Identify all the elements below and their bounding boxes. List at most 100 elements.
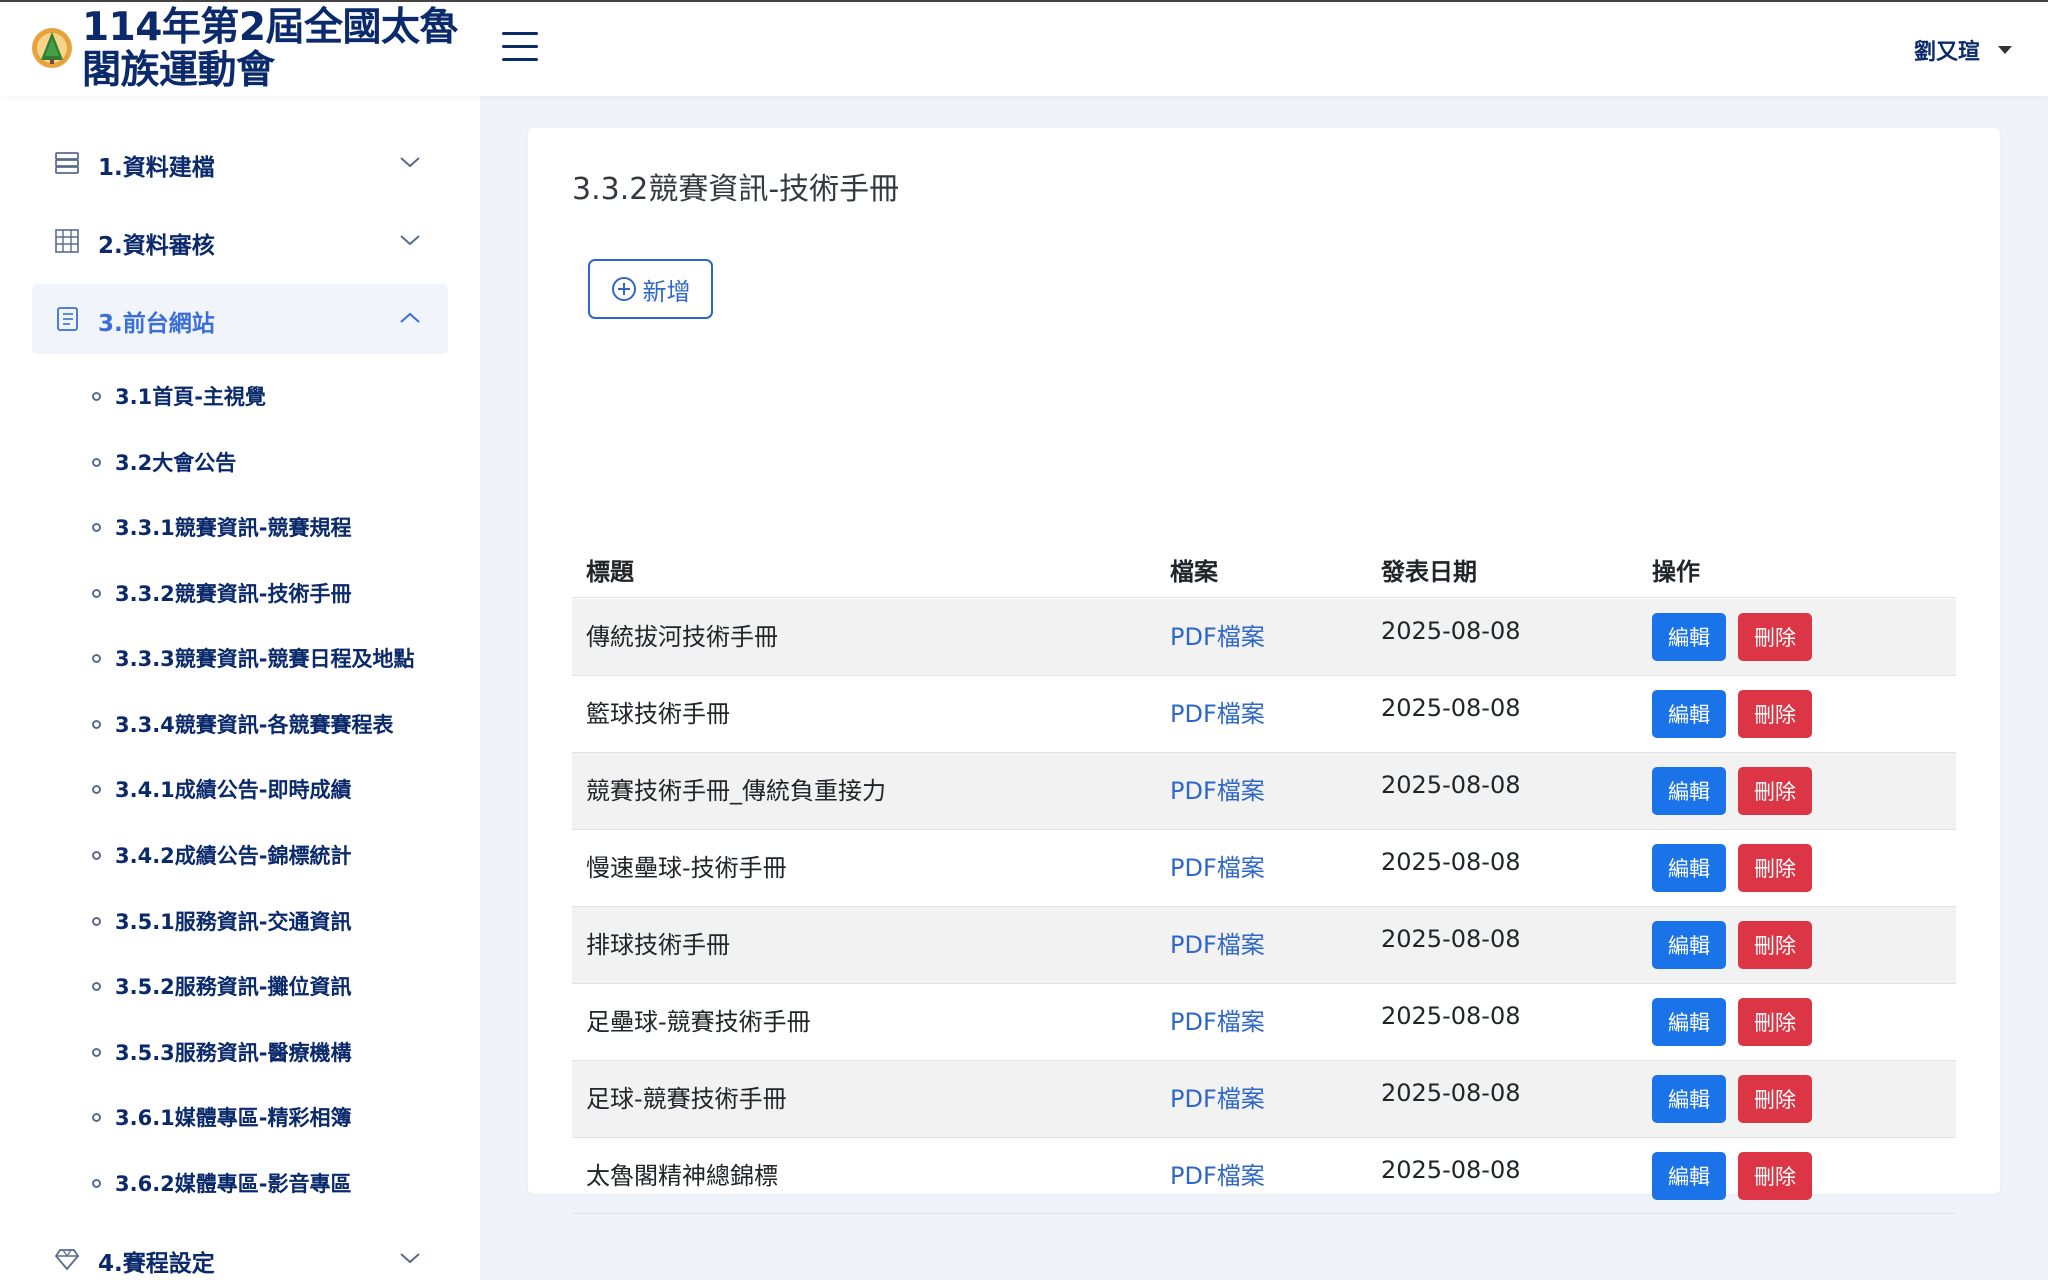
pdf-file-link[interactable]: PDF檔案 <box>1170 848 1265 883</box>
circle-icon <box>92 1112 101 1122</box>
edit-button[interactable]: 編輯 <box>1652 998 1726 1046</box>
content-card: 3.3.2競賽資訊-技術手冊 新增 標題 檔案 發表日期 操作 傳統拔河技術手冊… <box>528 128 2000 1214</box>
row-title: 排球技術手冊 <box>586 931 730 959</box>
circle-icon <box>92 981 101 991</box>
edit-button[interactable]: 編輯 <box>1652 921 1726 969</box>
circle-icon <box>92 719 101 729</box>
table-row: 籃球技術手冊 PDF檔案 2025-08-08 編輯 刪除 <box>572 676 1956 753</box>
logo-icon <box>32 28 72 68</box>
column-header-file: 檔案 <box>1170 558 1218 586</box>
edit-button[interactable]: 編輯 <box>1652 690 1726 738</box>
row-date: 2025-08-08 <box>1381 617 1521 645</box>
row-date: 2025-08-08 <box>1381 1156 1521 1184</box>
sidebar-section-label: 2.資料審核 <box>98 233 215 259</box>
sidebar-item-home-visual[interactable]: 3.1首頁-主視覺 <box>92 376 452 416</box>
delete-button[interactable]: 刪除 <box>1738 844 1812 892</box>
delete-button[interactable]: 刪除 <box>1738 767 1812 815</box>
circle-icon <box>92 457 101 467</box>
pdf-file-link[interactable]: PDF檔案 <box>1170 1079 1265 1114</box>
sidebar-section-schedule-settings[interactable]: 4.賽程設定 <box>32 1224 448 1280</box>
pdf-file-link[interactable]: PDF檔案 <box>1170 925 1265 960</box>
user-menu[interactable]: 劉又瑄 <box>1914 34 2013 66</box>
pdf-file-link[interactable]: PDF檔案 <box>1170 1156 1265 1191</box>
delete-button[interactable]: 刪除 <box>1738 1075 1812 1123</box>
circle-icon <box>92 653 101 663</box>
circle-icon <box>92 916 101 926</box>
edit-button[interactable]: 編輯 <box>1652 844 1726 892</box>
row-title: 足壘球-競賽技術手冊 <box>586 1008 811 1036</box>
chevron-down-icon <box>400 157 420 168</box>
sidebar-item-technical-manual[interactable]: 3.3.2競賽資訊-技術手冊 <box>92 573 452 613</box>
delete-button[interactable]: 刪除 <box>1738 690 1812 738</box>
user-name: 劉又瑄 <box>1914 40 1981 65</box>
sidebar-item-schedule-venue[interactable]: 3.3.3競賽資訊-競賽日程及地點 <box>92 638 452 678</box>
pdf-file-link[interactable]: PDF檔案 <box>1170 771 1265 806</box>
table-row: 慢速壘球-技術手冊 PDF檔案 2025-08-08 編輯 刪除 <box>572 830 1956 907</box>
circle-icon <box>92 522 101 532</box>
edit-button[interactable]: 編輯 <box>1652 613 1726 661</box>
grid-icon <box>55 229 79 253</box>
row-date: 2025-08-08 <box>1381 925 1521 953</box>
row-date: 2025-08-08 <box>1381 1079 1521 1107</box>
page-title: 3.3.2競賽資訊-技術手冊 <box>572 172 900 207</box>
delete-button[interactable]: 刪除 <box>1738 1152 1812 1200</box>
sidebar-item-transport[interactable]: 3.5.1服務資訊-交通資訊 <box>92 901 452 941</box>
sidebar-item-video-zone[interactable]: 3.6.2媒體專區-影音專區 <box>92 1163 452 1203</box>
delete-button[interactable]: 刪除 <box>1738 613 1812 661</box>
row-title: 傳統拔河技術手冊 <box>586 623 778 651</box>
sidebar-section-frontend-site[interactable]: 3.前台網站 <box>32 284 448 354</box>
sidebar-section-data-review[interactable]: 2.資料審核 <box>32 206 448 276</box>
caret-down-icon <box>1998 46 2013 54</box>
circle-icon <box>92 391 101 401</box>
chevron-up-icon <box>400 312 420 323</box>
delete-button[interactable]: 刪除 <box>1738 921 1812 969</box>
row-date: 2025-08-08 <box>1381 694 1521 722</box>
plus-circle-icon <box>611 277 636 301</box>
table-row: 傳統拔河技術手冊 PDF檔案 2025-08-08 編輯 刪除 <box>572 599 1956 676</box>
sidebar-item-live-results[interactable]: 3.4.1成績公告-即時成績 <box>92 769 452 809</box>
pdf-file-link[interactable]: PDF檔案 <box>1170 694 1265 729</box>
chevron-down-icon <box>400 1253 420 1264</box>
database-icon <box>55 152 79 174</box>
add-button[interactable]: 新增 <box>588 259 713 319</box>
add-button-label: 新增 <box>642 277 691 306</box>
table-row: 排球技術手冊 PDF檔案 2025-08-08 編輯 刪除 <box>572 907 1956 984</box>
column-header-actions: 操作 <box>1652 558 1700 586</box>
sidebar-item-medal-stats[interactable]: 3.4.2成績公告-錦標統計 <box>92 835 452 875</box>
circle-icon <box>92 1047 101 1057</box>
row-title: 足球-競賽技術手冊 <box>586 1085 787 1113</box>
circle-icon <box>92 1178 101 1188</box>
row-title: 籃球技術手冊 <box>586 700 730 728</box>
sidebar-item-medical[interactable]: 3.5.3服務資訊-醫療機構 <box>92 1032 452 1072</box>
document-icon <box>57 307 78 331</box>
sidebar-item-booth-info[interactable]: 3.5.2服務資訊-攤位資訊 <box>92 966 452 1006</box>
diamond-icon <box>54 1249 80 1271</box>
column-header-date: 發表日期 <box>1381 558 1477 586</box>
circle-icon <box>92 588 101 598</box>
pdf-file-link[interactable]: PDF檔案 <box>1170 1002 1265 1037</box>
menu-toggle-icon[interactable] <box>502 32 538 64</box>
pdf-file-link[interactable]: PDF檔案 <box>1170 617 1265 652</box>
row-title: 競賽技術手冊_傳統負重接力 <box>586 777 886 805</box>
sidebar-item-match-schedules[interactable]: 3.3.4競賽資訊-各競賽賽程表 <box>92 704 452 744</box>
sidebar-section-data-entry[interactable]: 1.資料建檔 <box>32 128 448 198</box>
sidebar-item-competition-rules[interactable]: 3.3.1競賽資訊-競賽規程 <box>92 507 452 547</box>
circle-icon <box>92 850 101 860</box>
delete-button[interactable]: 刪除 <box>1738 998 1812 1046</box>
edit-button[interactable]: 編輯 <box>1652 1152 1726 1200</box>
table-row: 足壘球-競賽技術手冊 PDF檔案 2025-08-08 編輯 刪除 <box>572 984 1956 1061</box>
edit-button[interactable]: 編輯 <box>1652 767 1726 815</box>
site-title[interactable]: 114年第2屆全國太魯 閣族運動會 <box>82 6 482 92</box>
table-row: 太魯閣精神總錦標 PDF檔案 2025-08-08 編輯 刪除 <box>572 1138 1956 1214</box>
sidebar-item-announcements[interactable]: 3.2大會公告 <box>92 442 452 482</box>
edit-button[interactable]: 編輯 <box>1652 1075 1726 1123</box>
sidebar: 1.資料建檔 2.資料審核 3.前台網站 3.1首頁-主視覺 3.2大會公告 3… <box>0 96 480 1280</box>
sidebar-item-photo-album[interactable]: 3.6.1媒體專區-精彩相簿 <box>92 1097 452 1137</box>
row-date: 2025-08-08 <box>1381 771 1521 799</box>
row-title: 太魯閣精神總錦標 <box>586 1162 778 1190</box>
table-header: 標題 檔案 發表日期 操作 <box>572 538 1956 598</box>
sidebar-section-label: 4.賽程設定 <box>98 1251 215 1277</box>
row-date: 2025-08-08 <box>1381 1002 1521 1030</box>
circle-icon <box>92 784 101 794</box>
top-header: 114年第2屆全國太魯 閣族運動會 劉又瑄 <box>0 0 2048 96</box>
